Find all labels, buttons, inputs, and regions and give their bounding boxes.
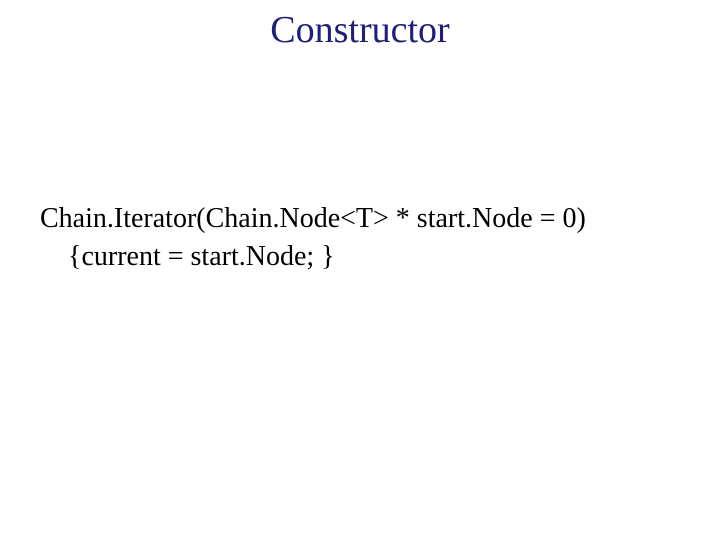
code-line-1: Chain.Iterator(Chain.Node<T> * start.Nod…	[40, 200, 680, 238]
slide-title: Constructor	[0, 8, 720, 52]
slide-body: Chain.Iterator(Chain.Node<T> * start.Nod…	[40, 200, 680, 276]
slide: Constructor Chain.Iterator(Chain.Node<T>…	[0, 0, 720, 540]
code-line-2: {current = start.Node; }	[40, 238, 680, 276]
